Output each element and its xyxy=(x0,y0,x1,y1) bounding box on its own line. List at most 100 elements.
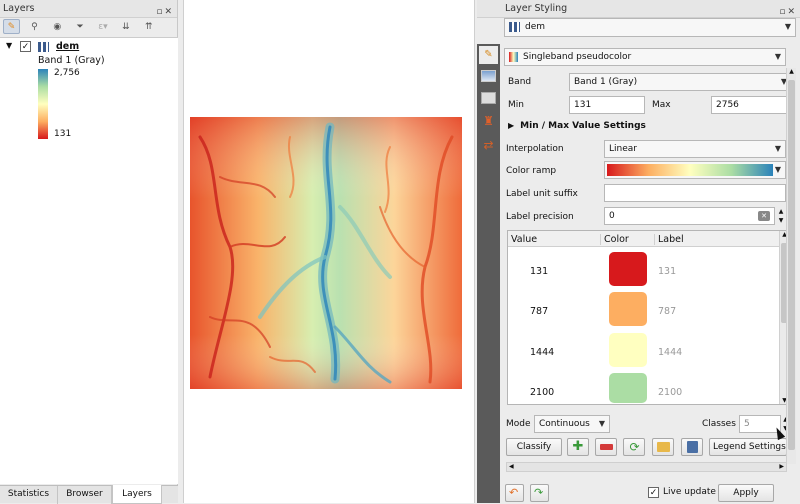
layer-visibility-checkbox[interactable]: ✓ xyxy=(20,41,31,52)
color-ramp-preview xyxy=(607,164,773,176)
precision-scroll-arrow[interactable]: ▲ ▼ xyxy=(776,207,786,225)
rendering-tab-icon[interactable]: ♜ xyxy=(481,114,496,128)
classes-label: Classes xyxy=(702,419,736,429)
manage-map-themes-icon[interactable]: ◉ xyxy=(49,20,66,35)
mode-value: Continuous xyxy=(539,419,590,429)
chevron-down-icon: ▼ xyxy=(774,165,781,174)
legend-settings-button[interactable]: Legend Settings... xyxy=(709,438,787,456)
raster-layer-icon xyxy=(38,42,49,52)
tab-statistics[interactable]: Statistics xyxy=(0,486,58,504)
class-label[interactable]: 131 xyxy=(658,266,676,277)
map-canvas[interactable] xyxy=(183,0,475,503)
live-update-label: Live update xyxy=(663,487,716,497)
layer-select-combo[interactable]: dem ▼ xyxy=(504,18,796,37)
band-combo[interactable]: Band 1 (Gray) ▼ xyxy=(569,73,792,91)
chevron-down-icon: ▼ xyxy=(784,22,791,31)
symbology-tab-icon[interactable]: ✎ xyxy=(479,46,498,64)
max-input[interactable]: 2756 xyxy=(711,96,792,114)
scroll-up-icon[interactable]: ▲ xyxy=(787,68,796,75)
refresh-icon: ⟳ xyxy=(629,440,640,454)
symbology-form: Band Band 1 (Gray) ▼ Min 131 Max 2756 ▶ M… xyxy=(503,68,800,480)
redo-button[interactable]: ↷ xyxy=(530,484,549,502)
filter-expression-icon[interactable]: ε▾ xyxy=(95,20,112,35)
layer-styling-panel: Layer Styling ▫✕ dem ▼ ✎ ♜ ⇄ Singleband … xyxy=(477,0,800,503)
chevron-right-icon: ▶ xyxy=(508,121,515,130)
layer-name[interactable]: dem xyxy=(56,41,79,52)
class-label[interactable]: 2100 xyxy=(658,387,682,398)
header-value[interactable]: Value xyxy=(511,234,537,245)
form-scrollbar[interactable]: ◀ ▶ xyxy=(506,462,787,472)
undo-icon: ↶ xyxy=(509,486,519,499)
layers-panel: Layers ▫✕ ✎ ⚲ ◉ ⏷ ε▾ ⇊ ⇈ ▭ ▼ ✓ dem Band … xyxy=(0,0,178,504)
invert-classes-button[interactable]: ⟳ xyxy=(623,438,645,456)
class-value[interactable]: 2100 xyxy=(530,387,554,398)
chevron-down-icon: ▼ xyxy=(774,144,781,153)
class-value[interactable]: 787 xyxy=(530,306,548,317)
classes-value: 5 xyxy=(744,419,750,429)
minmax-section-label: Min / Max Value Settings xyxy=(520,121,646,131)
interpolation-label: Interpolation xyxy=(506,144,564,154)
layer-select-value: dem xyxy=(525,22,546,32)
header-color[interactable]: Color xyxy=(600,234,657,245)
form-vscrollbar[interactable]: ▲ xyxy=(786,68,796,464)
mode-combo[interactable]: Continuous ▼ xyxy=(534,415,610,433)
histogram-tab-icon[interactable] xyxy=(481,92,496,104)
band-label: Band 1 (Gray) xyxy=(38,55,105,66)
live-update-checkbox[interactable]: ✓ xyxy=(648,487,659,498)
chevron-down-icon: ▼ xyxy=(598,419,605,428)
chevron-down-icon: ▼ xyxy=(774,52,781,61)
class-color-swatch[interactable] xyxy=(609,292,647,326)
collapse-all-icon[interactable]: ⇈ xyxy=(140,20,157,35)
renderer-type-combo[interactable]: Singleband pseudocolor ▼ xyxy=(504,48,786,66)
styling-side-tabs: ✎ ♜ ⇄ xyxy=(477,44,500,503)
redo-icon: ↷ xyxy=(534,486,544,499)
band-label: Band xyxy=(508,77,532,87)
class-value[interactable]: 1444 xyxy=(530,347,554,358)
class-label[interactable]: 1444 xyxy=(658,347,682,358)
dem-raster-render xyxy=(190,117,462,389)
filter-legend-icon[interactable]: ⏷ xyxy=(72,20,89,35)
style-manager-icon[interactable]: ✎ xyxy=(3,19,20,34)
precision-spinbox[interactable]: 0 ✕ xyxy=(604,207,775,225)
header-label[interactable]: Label xyxy=(654,234,684,245)
history-tab-icon[interactable]: ⇄ xyxy=(481,138,496,152)
apply-button[interactable]: Apply xyxy=(718,484,774,502)
expand-all-icon[interactable]: ⇊ xyxy=(117,20,134,35)
renderer-value: Singleband pseudocolor xyxy=(523,52,632,62)
add-class-button[interactable]: ✚ xyxy=(567,438,589,456)
clear-icon[interactable]: ✕ xyxy=(758,211,770,221)
tab-browser[interactable]: Browser xyxy=(58,486,112,504)
min-label: Min xyxy=(508,100,524,110)
class-label[interactable]: 787 xyxy=(658,306,676,317)
transparency-tab-icon[interactable] xyxy=(481,70,496,82)
class-color-swatch[interactable] xyxy=(609,333,647,367)
class-color-swatch[interactable] xyxy=(609,252,647,286)
interpolation-combo[interactable]: Linear ▼ xyxy=(604,140,786,158)
expand-arrow-icon[interactable]: ▼ xyxy=(6,41,12,50)
export-color-map-button[interactable] xyxy=(681,438,703,456)
undo-button[interactable]: ↶ xyxy=(505,484,524,502)
renderer-icon xyxy=(509,52,518,62)
class-color-swatch[interactable] xyxy=(609,373,647,403)
layers-panel-title: Layers xyxy=(3,3,35,14)
legend-ramp xyxy=(38,69,48,139)
panel-float-close-icons[interactable]: ▫✕ xyxy=(156,3,174,21)
class-value[interactable]: 131 xyxy=(530,266,548,277)
minmax-section-toggle[interactable]: ▶ Min / Max Value Settings xyxy=(508,121,646,131)
layer-row-dem[interactable]: ▼ ✓ dem xyxy=(4,41,174,55)
mode-label: Mode xyxy=(506,419,531,429)
raster-layer-icon xyxy=(509,22,520,32)
color-ramp-combo[interactable]: ▼ xyxy=(604,161,786,179)
min-input[interactable]: 131 xyxy=(569,96,645,114)
save-icon xyxy=(687,441,698,453)
scroll-right-icon[interactable]: ▶ xyxy=(779,463,784,470)
color-ramp-label: Color ramp xyxy=(506,166,557,176)
scroll-left-icon[interactable]: ◀ xyxy=(509,463,514,470)
tab-layers[interactable]: Layers xyxy=(112,485,162,504)
classify-button[interactable]: Classify xyxy=(506,438,562,456)
unit-suffix-input[interactable] xyxy=(604,184,786,202)
add-group-icon[interactable]: ⚲ xyxy=(26,20,43,35)
scroll-thumb[interactable] xyxy=(788,80,795,450)
load-color-map-button[interactable] xyxy=(652,438,674,456)
remove-class-button[interactable] xyxy=(595,438,617,456)
